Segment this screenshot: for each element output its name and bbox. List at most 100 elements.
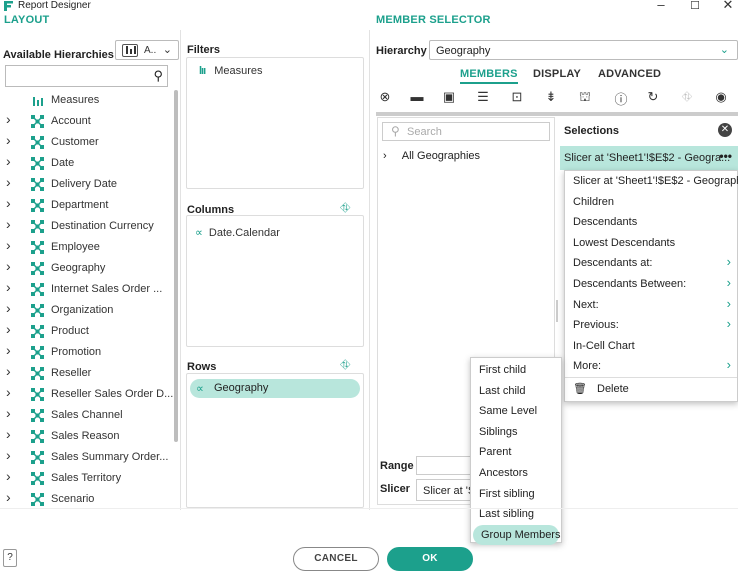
menu-item-delete[interactable]: 🗑 Delete <box>565 379 737 401</box>
hierarchy-item-sales-summary-order[interactable]: › Sales Summary Order... <box>0 447 172 468</box>
chevron-right-icon[interactable]: › <box>6 468 11 484</box>
menu-item-children[interactable]: Children <box>565 192 737 212</box>
cancel-button[interactable]: CANCEL <box>293 547 379 571</box>
hierarchy-item-measures[interactable]: Measures <box>0 90 172 111</box>
tab-display[interactable]: DISPLAY <box>533 68 581 80</box>
hierarchy-select[interactable]: Geography ⌄ <box>429 40 738 60</box>
hierarchy-item-reseller[interactable]: › Reseller <box>0 363 172 384</box>
chevron-right-icon[interactable]: › <box>6 174 11 190</box>
menu-item-siblings[interactable]: Siblings <box>471 422 561 442</box>
menu-item-first-child[interactable]: First child <box>471 360 561 380</box>
menu-item-next[interactable]: Next: › <box>565 295 737 315</box>
panel-resizer[interactable] <box>556 300 558 322</box>
ok-button[interactable]: OK <box>387 547 473 571</box>
menu-item-last-child[interactable]: Last child <box>471 381 561 401</box>
hierarchy-item-scenario[interactable]: › Scenario <box>0 489 172 508</box>
hierarchy-icon <box>31 199 44 212</box>
chevron-right-icon[interactable]: › <box>6 300 11 316</box>
hierarchy-item-product[interactable]: › Product <box>0 321 172 342</box>
hierarchy-item-organization[interactable]: › Organization <box>0 300 172 321</box>
chevron-right-icon[interactable]: › <box>6 384 11 400</box>
eye-icon[interactable]: ◉ <box>712 89 730 105</box>
menu-item-group-members[interactable]: Group Members <box>473 524 560 545</box>
hierarchy-item-employee[interactable]: › Employee <box>0 237 172 258</box>
columns-tree-icon[interactable]: ⛗ <box>340 200 350 216</box>
search-icon: ⚲ <box>391 124 400 138</box>
close-window-button[interactable]: ✕ <box>718 0 738 13</box>
minimize-button[interactable]: – <box>651 0 671 12</box>
column-item-date-calendar[interactable]: ∝ Date.Calendar <box>195 226 280 239</box>
chevron-right-icon[interactable]: › <box>6 237 11 253</box>
menu-item-lowest-descendants[interactable]: Lowest Descendants <box>565 233 737 253</box>
menu-item-in-cell-chart[interactable]: In-Cell Chart <box>565 336 737 356</box>
tree-item-all-geographies[interactable]: › All Geographies <box>383 150 480 162</box>
hierarchy-item-sales-reason[interactable]: › Sales Reason <box>0 426 172 447</box>
chevron-right-icon[interactable]: › <box>6 363 11 379</box>
filter-item-measures[interactable]: lıı Measures <box>199 65 263 77</box>
menu-item-previous[interactable]: Previous: › <box>565 315 737 335</box>
search-box-icon[interactable]: ⊡ <box>508 89 526 105</box>
hierarchy-search-input[interactable]: ⚲ <box>5 65 168 87</box>
rows-tree-icon[interactable]: ⛗ <box>340 357 350 373</box>
chevron-right-icon[interactable]: › <box>6 426 11 442</box>
menu-item-descendants-at[interactable]: Descendants at: › <box>565 253 737 273</box>
menu-item-descendants[interactable]: Descendants <box>565 212 737 232</box>
save-icon[interactable]: ▣ <box>440 89 458 105</box>
menu-item-first-sibling[interactable]: First sibling <box>471 484 561 504</box>
slicer-input[interactable]: Slicer at 'Sh <box>416 479 472 501</box>
maximize-button[interactable]: ☐ <box>685 0 705 12</box>
menu-item-same-level[interactable]: Same Level <box>471 401 561 421</box>
chevron-right-icon[interactable]: › <box>6 447 11 463</box>
hierarchy-item-account[interactable]: › Account <box>0 111 172 132</box>
info-icon[interactable]: ⓘ <box>612 89 630 108</box>
member-search-input[interactable]: ⚲ Search <box>382 122 550 141</box>
menu-item-more[interactable]: More: › <box>565 356 737 376</box>
hierarchies-scrollbar[interactable] <box>174 90 178 442</box>
tab-members[interactable]: MEMBERS <box>460 68 518 84</box>
hierarchy-item-delivery-date[interactable]: › Delivery Date <box>0 174 172 195</box>
columns-dropzone[interactable]: ∝ Date.Calendar <box>186 215 364 347</box>
hierarchy-item-sales-territory[interactable]: › Sales Territory <box>0 468 172 489</box>
hierarchy-item-customer[interactable]: › Customer <box>0 132 172 153</box>
folder-icon[interactable]: ▬ <box>408 89 426 104</box>
row-item-geography[interactable]: ∝ Geography <box>190 379 360 398</box>
chevron-down-icon: ⌄ <box>162 44 172 56</box>
chevron-right-icon[interactable]: › <box>6 342 11 358</box>
hierarchy-item-date[interactable]: › Date <box>0 153 172 174</box>
hierarchy-item-sales-channel[interactable]: › Sales Channel <box>0 405 172 426</box>
chevron-right-icon[interactable]: › <box>6 195 11 211</box>
close-icon[interactable]: ✕ <box>718 123 732 137</box>
chevron-right-icon[interactable]: › <box>6 405 11 421</box>
hierarchy-view-dropdown[interactable]: A.. ⌄ <box>115 40 179 60</box>
chevron-right-icon[interactable]: › <box>6 132 11 148</box>
selection-item[interactable]: Slicer at 'Sheet1'!$E$2 - Geogra... ••• <box>560 146 738 170</box>
menu-item-ancestors[interactable]: Ancestors <box>471 463 561 483</box>
chevron-right-icon[interactable]: › <box>6 216 11 232</box>
hierarchy-item-destination-currency[interactable]: › Destination Currency <box>0 216 172 237</box>
tab-advanced[interactable]: ADVANCED <box>598 68 661 80</box>
hierarchy-item-promotion[interactable]: › Promotion <box>0 342 172 363</box>
sort-icon[interactable]: ⇟ <box>542 89 560 105</box>
range-input[interactable] <box>416 456 472 475</box>
menu-item-slicer-at-sheet1-e-2-geography[interactable]: Slicer at 'Sheet1'!$E$2 - Geography <box>565 171 738 191</box>
hierarchy-item-department[interactable]: › Department <box>0 195 172 216</box>
hierarchy-item-internet-sales-order[interactable]: › Internet Sales Order ... <box>0 279 172 300</box>
chevron-right-icon[interactable]: › <box>6 111 11 127</box>
hierarchy-item-reseller-sales-order-d[interactable]: › Reseller Sales Order D... <box>0 384 173 405</box>
filters-dropzone[interactable]: lıı Measures <box>186 57 364 189</box>
help-button[interactable]: ? <box>3 549 17 567</box>
menu-item-descendants-between[interactable]: Descendants Between: › <box>565 274 737 294</box>
refresh-icon[interactable]: ↻ <box>644 89 662 105</box>
chevron-right-icon[interactable]: › <box>6 153 11 169</box>
clear-icon[interactable]: ⊗ <box>376 89 394 105</box>
chevron-right-icon[interactable]: › <box>6 321 11 337</box>
chevron-right-icon[interactable]: › <box>6 279 11 295</box>
more-options-icon[interactable]: ••• <box>719 149 732 163</box>
menu-item-parent[interactable]: Parent <box>471 442 561 462</box>
hierarchy-icon[interactable]: ⛫ <box>576 89 594 107</box>
filter-list-icon[interactable]: ☰ <box>474 89 492 105</box>
chevron-right-icon[interactable]: › <box>6 489 11 505</box>
hierarchy-item-label: Sales Territory <box>51 472 122 484</box>
hierarchy-item-geography[interactable]: › Geography <box>0 258 172 279</box>
chevron-right-icon[interactable]: › <box>6 258 11 274</box>
